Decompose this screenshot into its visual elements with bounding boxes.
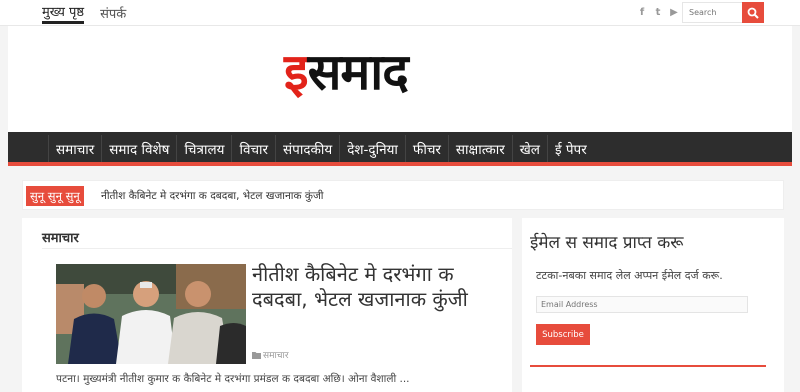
post-meta: समाचार xyxy=(252,348,289,361)
top-nav-home-link[interactable]: मुख्य पृष्ठ xyxy=(42,2,85,24)
search-input[interactable] xyxy=(682,2,742,23)
sidebar: ईमेल स समाद प्राप्त करू टटका-नबका समाद ल… xyxy=(522,218,784,392)
nav-item-sports[interactable]: खेल xyxy=(513,135,548,162)
top-bar: मुख्य पृष्ठ संपर्क f t ▶ xyxy=(0,0,800,26)
nav-item-feature[interactable]: फीचर xyxy=(406,135,449,162)
top-nav-contact-link[interactable]: संपर्क xyxy=(100,4,126,22)
post-thumbnail[interactable] xyxy=(56,264,246,364)
section-title: समाचार xyxy=(42,231,79,246)
post-excerpt: पटना। मुख्यमंत्री नीतीश कुमार क कैबिनेट … xyxy=(56,373,410,385)
breaking-news-link[interactable]: नीतीश कैबिनेट मे दरभंगा क दबदबा, भेटल खज… xyxy=(101,187,324,205)
widget-divider xyxy=(530,365,766,367)
logo-accent: इ xyxy=(284,43,309,101)
breaking-news-label: सुनू सुनू सुनू xyxy=(26,186,84,206)
breaking-news-bar: सुनू सुनू सुनू नीतीश कैबिनेट मे दरभंगा क… xyxy=(22,180,784,210)
post-category[interactable]: समाचार xyxy=(263,348,289,361)
nav-item-world[interactable]: देश-दुनिया xyxy=(340,135,406,162)
folder-icon xyxy=(252,351,261,359)
search-form xyxy=(682,2,764,23)
nav-item-news[interactable]: समाचार xyxy=(48,135,103,162)
social-links: f t ▶ xyxy=(637,7,679,19)
email-field[interactable] xyxy=(536,296,748,313)
nav-item-gallery[interactable]: चित्रालय xyxy=(177,135,233,162)
search-button[interactable] xyxy=(742,2,764,23)
nav-item-interview[interactable]: साक्षात्कार xyxy=(449,135,513,162)
nav-item-samad-special[interactable]: समाद विशेष xyxy=(102,135,178,162)
search-icon xyxy=(747,7,759,19)
nav-item-epaper[interactable]: ई पेपर xyxy=(548,135,594,162)
newsletter-widget-text: टटका-नबका समाद लेल अप्पन ईमेल दर्ज करू. xyxy=(536,269,723,282)
subscribe-button[interactable]: Subscribe xyxy=(536,324,590,345)
post-title[interactable]: नीतीश कैबिनेट मे दरभंगा क दबदबा, भेटल खज… xyxy=(252,262,502,312)
main-content: समाचार नीतीश कैबिनेट मे दरभंगा क दबदबा, … xyxy=(22,218,512,392)
nav-item-opinion[interactable]: विचार xyxy=(232,135,277,162)
section-divider xyxy=(42,248,512,249)
top-nav: मुख्य पृष्ठ संपर्क xyxy=(42,0,142,26)
post-thumbnail-photo xyxy=(56,264,246,364)
site-header: इसमाद xyxy=(8,26,792,132)
logo-text: समाद xyxy=(307,43,409,101)
main-nav: समाचार समाद विशेष चित्रालय विचार संपादकी… xyxy=(8,132,792,166)
site-logo[interactable]: इसमाद xyxy=(284,42,409,102)
youtube-icon[interactable]: ▶ xyxy=(669,7,679,19)
newsletter-widget-title: ईमेल स समाद प्राप्त करू xyxy=(530,233,684,253)
facebook-icon[interactable]: f xyxy=(637,7,647,19)
nav-item-editorial[interactable]: संपादकीय xyxy=(276,135,341,162)
twitter-icon[interactable]: t xyxy=(653,7,663,19)
